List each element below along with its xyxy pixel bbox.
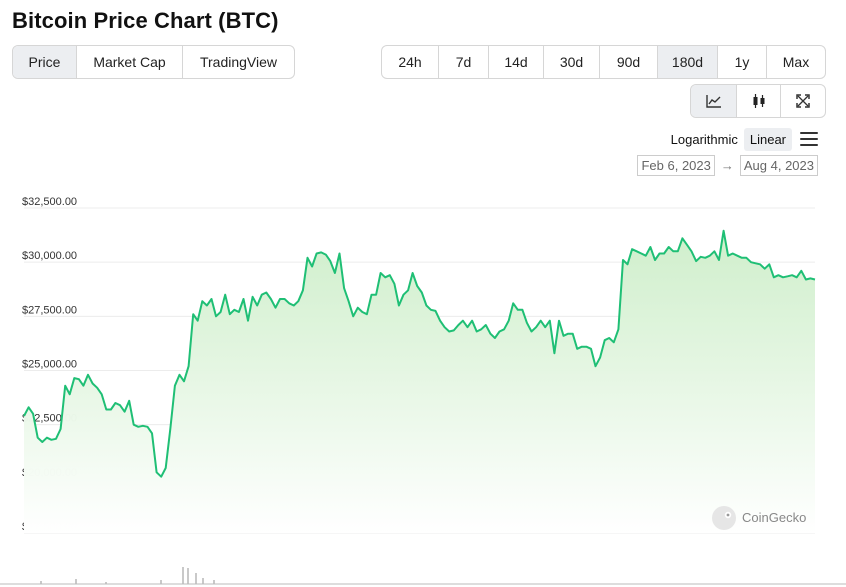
expand-icon [796, 94, 810, 108]
scale-toggle: Logarithmic Linear [600, 126, 818, 152]
volume-bar [187, 568, 189, 584]
volume-bar [202, 578, 204, 584]
volume-bars [40, 567, 215, 584]
y-tick-label: $32,500.00 [22, 196, 77, 208]
watermark-text: CoinGecko [742, 510, 806, 525]
expand-button[interactable] [781, 85, 825, 117]
candlestick-icon [753, 94, 764, 108]
chart-type-tabs: Price Market Cap TradingView [12, 45, 295, 79]
date-from-input[interactable]: Feb 6, 2023 [637, 155, 715, 176]
line-chart-icon [705, 95, 721, 108]
y-tick-label: $30,000.00 [22, 250, 77, 262]
tab-market-cap[interactable]: Market Cap [77, 46, 183, 78]
price-chart[interactable]: $32,500.00 $30,000.00 $27,500.00 $25,000.00… [0, 190, 846, 587]
date-range: Feb 6, 2023 → Aug 4, 2023 [600, 155, 818, 176]
range-90d-button[interactable]: 90d [600, 46, 658, 78]
volume-bar [213, 580, 215, 584]
volume-bar [195, 573, 197, 584]
candlestick-button[interactable] [737, 85, 781, 117]
coingecko-logo-icon [712, 506, 736, 530]
volume-bar [160, 580, 162, 584]
volume-bar [75, 579, 77, 584]
volume-bar [182, 567, 184, 584]
range-180d-button[interactable]: 180d [658, 46, 718, 78]
y-tick-label: $25,000.00 [22, 359, 77, 371]
price-area-fill [24, 230, 815, 534]
tab-tradingview[interactable]: TradingView [183, 46, 294, 78]
line-chart-button[interactable] [691, 85, 737, 117]
date-arrow-icon: → [720, 158, 734, 173]
tab-price[interactable]: Price [13, 46, 77, 78]
time-range-selector: 24h 7d 14d 30d 90d 180d 1y Max [381, 45, 826, 79]
range-1y-button[interactable]: 1y [718, 46, 767, 78]
range-7d-button[interactable]: 7d [439, 46, 489, 78]
range-max-button[interactable]: Max [767, 46, 825, 78]
date-to-input[interactable]: Aug 4, 2023 [739, 155, 818, 176]
hamburger-menu-icon[interactable] [800, 132, 818, 146]
range-30d-button[interactable]: 30d [544, 46, 600, 78]
chart-tools [690, 84, 826, 118]
y-tick-label: $27,500.00 [22, 304, 77, 316]
page-title: Bitcoin Price Chart (BTC) [12, 8, 279, 33]
linear-option[interactable]: Linear [743, 127, 792, 151]
range-24h-button[interactable]: 24h [382, 46, 439, 78]
logarithmic-option[interactable]: Logarithmic [665, 128, 744, 151]
range-14d-button[interactable]: 14d [489, 46, 544, 78]
